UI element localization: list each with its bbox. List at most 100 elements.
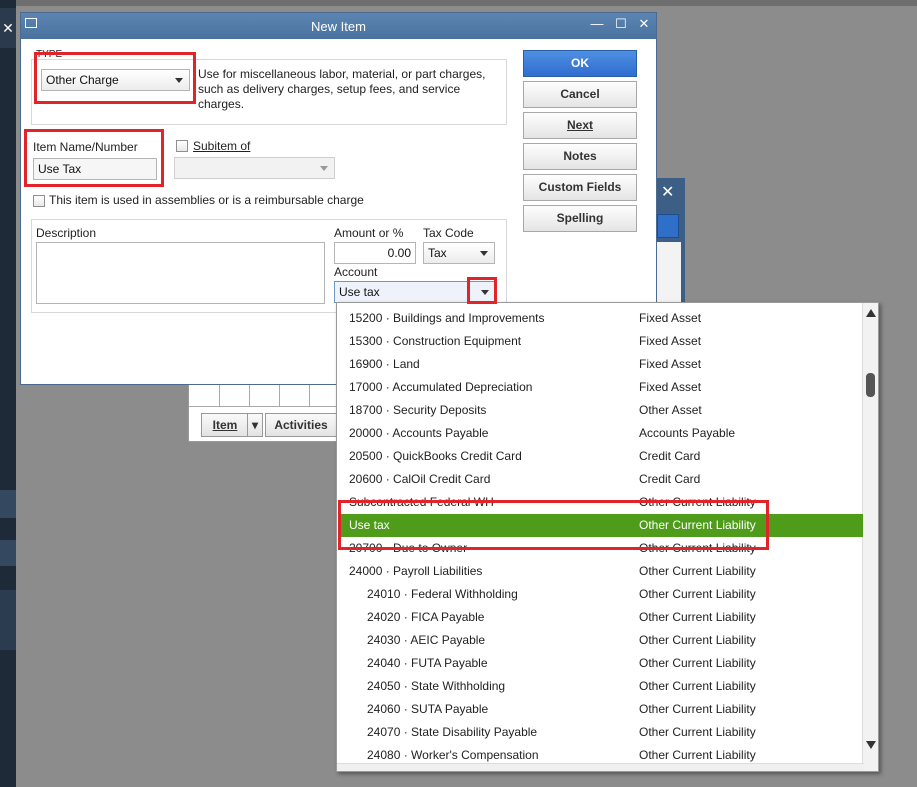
background-topbar xyxy=(0,0,917,6)
description-textarea[interactable] xyxy=(36,242,325,304)
account-type: Other Current Liability xyxy=(639,748,756,762)
account-type: Fixed Asset xyxy=(639,311,702,325)
annotation-box-use-tax xyxy=(338,500,769,550)
chevron-down-icon xyxy=(480,251,488,256)
tax-code-select[interactable]: Tax xyxy=(423,242,495,264)
maximize-icon[interactable]: ☐ xyxy=(613,16,629,32)
account-name: 24070 · State Disability Payable xyxy=(367,725,538,739)
account-name: 24030 · AEIC Payable xyxy=(367,633,486,647)
account-list-item[interactable]: 20600 · CalOil Credit Card Credit Card xyxy=(338,468,863,491)
annotation-box-item-name xyxy=(24,129,164,187)
account-type: Other Asset xyxy=(639,403,702,417)
spelling-button[interactable]: Spelling xyxy=(523,205,637,232)
account-list-item[interactable]: 24000 · Payroll Liabilities Other Current… xyxy=(338,560,863,583)
account-list-item[interactable]: 15200 · Buildings and Improvements Fixed … xyxy=(338,307,863,330)
annotation-box-account-arrow xyxy=(467,277,497,304)
close-icon[interactable]: ✕ xyxy=(661,182,674,202)
item-menu-dropdown-arrow[interactable]: ▾ xyxy=(247,413,263,437)
dialog-titlebar[interactable]: New Item — ☐ ✕ xyxy=(21,13,656,39)
background-list xyxy=(657,242,681,308)
subitem-select[interactable] xyxy=(174,157,335,179)
account-name: 24050 · State Withholding xyxy=(367,679,506,693)
next-button[interactable]: Next xyxy=(523,112,637,139)
account-list-item[interactable]: 18700 · Security Deposits Other Asset xyxy=(338,399,863,422)
account-list-item[interactable]: 24040 · FUTA Payable Other Current Liabil… xyxy=(338,652,863,675)
account-list-item[interactable]: 20500 · QuickBooks Credit Card Credit Car… xyxy=(338,445,863,468)
account-type: Fixed Asset xyxy=(639,357,702,371)
account-name: 15300 · Construction Equipment xyxy=(349,334,522,348)
dialog-title: New Item xyxy=(311,19,366,34)
account-name: 24060 · SUTA Payable xyxy=(367,702,489,716)
account-list-item[interactable]: 15300 · Construction Equipment Fixed Asse… xyxy=(338,330,863,353)
account-name: 20600 · CalOil Credit Card xyxy=(349,472,491,486)
account-type: Other Current Liability xyxy=(639,633,756,647)
account-list-item[interactable]: 24030 · AEIC Payable Other Current Liabil… xyxy=(338,629,863,652)
background-columns xyxy=(189,385,342,407)
close-icon[interactable]: ✕ xyxy=(0,8,16,48)
account-name: 16900 · Land xyxy=(349,357,420,371)
background-left-panel: ✕ xyxy=(0,0,16,787)
notes-button[interactable]: Notes xyxy=(523,143,637,170)
account-type: Other Current Liability xyxy=(639,702,756,716)
account-label: Account xyxy=(334,265,378,279)
account-type: Other Current Liability xyxy=(639,587,756,601)
account-type: Accounts Payable xyxy=(639,426,736,440)
background-blue-button xyxy=(657,214,679,238)
assembly-checkbox[interactable] xyxy=(33,195,45,207)
description-label: Description xyxy=(36,226,97,240)
custom-fields-button[interactable]: Custom Fields xyxy=(523,174,637,201)
account-list-item[interactable]: 17000 · Accumulated Depreciation Fixed As… xyxy=(338,376,863,399)
ok-button[interactable]: OK xyxy=(523,50,637,77)
account-type: Other Current Liability xyxy=(639,725,756,739)
account-name: 24000 · Payroll Liabilities xyxy=(349,564,483,578)
subitem-checkbox[interactable] xyxy=(176,140,188,152)
account-list-item[interactable]: 24010 · Federal Withholding Other Current… xyxy=(338,583,863,606)
subitem-label: Subitem of xyxy=(193,139,251,153)
account-name: 18700 · Security Deposits xyxy=(349,403,487,417)
account-list-item[interactable]: 20000 · Accounts Payable Accounts Payable xyxy=(338,422,863,445)
cancel-button[interactable]: Cancel xyxy=(523,81,637,108)
tax-code-label: Tax Code xyxy=(423,226,474,240)
account-type: Credit Card xyxy=(639,472,701,486)
assembly-checkbox-label: This item is used in assemblies or is a … xyxy=(49,193,364,207)
background-window: ✕ xyxy=(655,178,685,308)
account-type: Other Current Liability xyxy=(639,679,756,693)
account-name: 20000 · Accounts Payable xyxy=(349,426,489,440)
account-list-item[interactable]: 24020 · FICA Payable Other Current Liabil… xyxy=(338,606,863,629)
dropdown-scrollbar[interactable] xyxy=(862,303,878,771)
minimize-icon[interactable]: — xyxy=(589,16,605,31)
activities-button[interactable]: Activities xyxy=(265,413,337,437)
account-type: Credit Card xyxy=(639,449,701,463)
account-list-item[interactable]: 24050 · State Withholding Other Current L… xyxy=(338,675,863,698)
account-type: Fixed Asset xyxy=(639,334,702,348)
close-icon[interactable]: ✕ xyxy=(636,16,652,32)
account-type: Other Current Liability xyxy=(639,564,756,578)
background-band xyxy=(0,590,16,650)
account-value: Use tax xyxy=(339,285,380,299)
account-name: 24040 · FUTA Payable xyxy=(367,656,488,670)
account-name: 17000 · Accumulated Depreciation xyxy=(349,380,533,394)
amount-label: Amount or % xyxy=(334,226,404,240)
account-name: 15200 · Buildings and Improvements xyxy=(349,311,545,325)
account-name: 24010 · Federal Withholding xyxy=(367,587,518,601)
scroll-up-icon[interactable] xyxy=(866,309,876,317)
background-band xyxy=(0,490,16,518)
chevron-down-icon xyxy=(320,166,328,171)
account-name: 24080 · Worker's Compensation xyxy=(367,748,539,762)
tax-code-value: Tax xyxy=(428,246,447,260)
account-list-item[interactable]: 24070 · State Disability Payable Other Cu… xyxy=(338,721,863,744)
account-type: Fixed Asset xyxy=(639,380,702,394)
account-list-item[interactable]: 24060 · SUTA Payable Other Current Liabil… xyxy=(338,698,863,721)
account-list-item[interactable]: 16900 · Land Fixed Asset xyxy=(338,353,863,376)
scroll-thumb[interactable] xyxy=(866,373,875,397)
amount-input[interactable]: 0.00 xyxy=(334,242,416,264)
scroll-down-icon[interactable] xyxy=(866,741,876,749)
type-description: Use for miscellaneous labor, material, o… xyxy=(198,67,486,111)
account-name: 24020 · FICA Payable xyxy=(367,610,485,624)
account-type: Other Current Liability xyxy=(639,610,756,624)
annotation-box-type xyxy=(34,52,196,104)
account-list-item[interactable]: 24080 · Worker's Compensation Other Curre… xyxy=(338,744,863,767)
background-item-panel: Item ▾ Activities xyxy=(188,384,343,442)
account-name: 20500 · QuickBooks Credit Card xyxy=(349,449,522,463)
item-menu-button[interactable]: Item xyxy=(201,413,249,437)
